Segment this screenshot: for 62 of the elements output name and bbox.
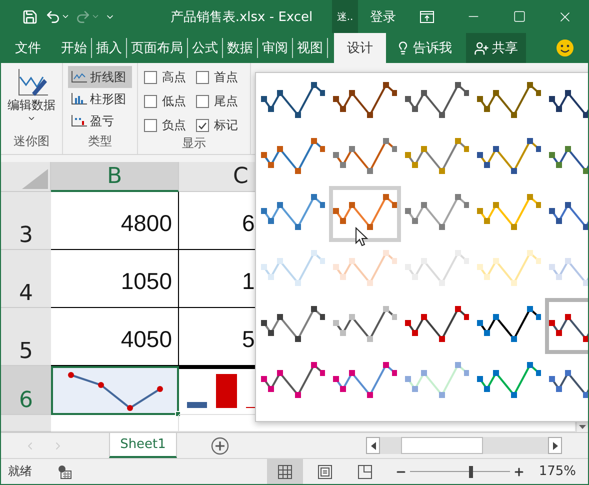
window-title: 产品销售表.xlsx - Excel	[169, 8, 314, 26]
corner-triangle-icon	[22, 169, 48, 189]
checkbox[interactable]	[144, 119, 157, 132]
mouse-pointer-icon	[355, 227, 368, 247]
bar-chart-icon	[71, 93, 87, 105]
chart-pencil-icon	[16, 69, 48, 97]
row-header[interactable]: 5	[1, 308, 51, 366]
status-text: 就绪	[8, 463, 32, 480]
caret-icon	[27, 114, 36, 123]
checkbox-label[interactable]: 低点	[162, 93, 186, 110]
ribbon-tab[interactable]: 公式	[188, 38, 223, 58]
zoom-level[interactable]: 175%	[538, 464, 576, 479]
sparkline-cell[interactable]	[51, 366, 179, 415]
sparkline-type-button[interactable]: 折线图	[68, 66, 132, 88]
ribbon-tab[interactable]: 视图	[293, 38, 328, 58]
share-button[interactable]: 共享	[466, 33, 526, 63]
sign-in-link[interactable]: 登录	[362, 8, 404, 26]
ribbon-tab[interactable]: 审阅	[258, 38, 293, 58]
smiley-icon[interactable]	[556, 39, 574, 57]
group-label: 类型	[88, 133, 112, 150]
normal-view-icon[interactable]	[266, 459, 303, 484]
ribbon-tab[interactable]: 开始	[57, 38, 92, 58]
group-label: 迷你图	[14, 133, 50, 150]
ribbon-tab[interactable]: 页面布局	[127, 38, 188, 58]
tell-me-field[interactable]: 告诉我	[413, 39, 452, 57]
ribbon-tab[interactable]: 设计	[334, 33, 386, 63]
edit-data-button[interactable]: 编辑数据	[8, 66, 56, 123]
checkbox-label[interactable]: 尾点	[214, 93, 238, 110]
zoom-in-icon[interactable]	[512, 466, 525, 478]
checkbox[interactable]	[196, 119, 209, 132]
context-tab-label[interactable]: 迷..	[332, 0, 358, 33]
column-header[interactable]: B	[51, 162, 179, 192]
macro-record-icon[interactable]	[58, 464, 72, 478]
sparkline-type-button[interactable]: 柱形图	[68, 88, 132, 110]
row-header[interactable]: 4	[1, 250, 51, 308]
win-loss-icon	[71, 115, 87, 127]
scroll-left-icon[interactable]	[366, 437, 380, 454]
sparkline-type-button[interactable]: 盈亏	[68, 110, 132, 132]
add-user-icon	[474, 40, 489, 56]
checkbox[interactable]	[144, 95, 157, 108]
lightbulb-icon	[396, 41, 410, 55]
table-cell[interactable]: 4800	[51, 192, 179, 250]
ribbon-tab[interactable]: 文件	[11, 38, 45, 58]
scroll-right-icon[interactable]	[548, 437, 562, 454]
group-label: 显示	[182, 135, 206, 152]
checkbox-label[interactable]: 高点	[162, 69, 186, 86]
checkbox[interactable]	[196, 71, 209, 84]
table-cell[interactable]: 1050	[51, 250, 179, 308]
zoom-slider-thumb[interactable]	[468, 466, 473, 478]
row-header[interactable]: 6	[1, 366, 51, 415]
checkbox-label[interactable]: 首点	[214, 69, 238, 86]
scrollbar-thumb[interactable]	[401, 437, 483, 454]
ribbon-tab[interactable]: 插入	[92, 38, 127, 58]
checkbox-label[interactable]: 标记	[214, 117, 238, 134]
line-chart-icon	[71, 71, 87, 83]
add-sheet-icon[interactable]	[211, 436, 229, 454]
checkbox-label[interactable]: 负点	[162, 117, 186, 134]
checkbox[interactable]	[196, 95, 209, 108]
checkbox[interactable]	[144, 71, 157, 84]
row-header[interactable]: 3	[1, 192, 51, 250]
ribbon-tab[interactable]: 数据	[223, 38, 258, 58]
sheet-tab[interactable]: Sheet1	[109, 433, 177, 458]
